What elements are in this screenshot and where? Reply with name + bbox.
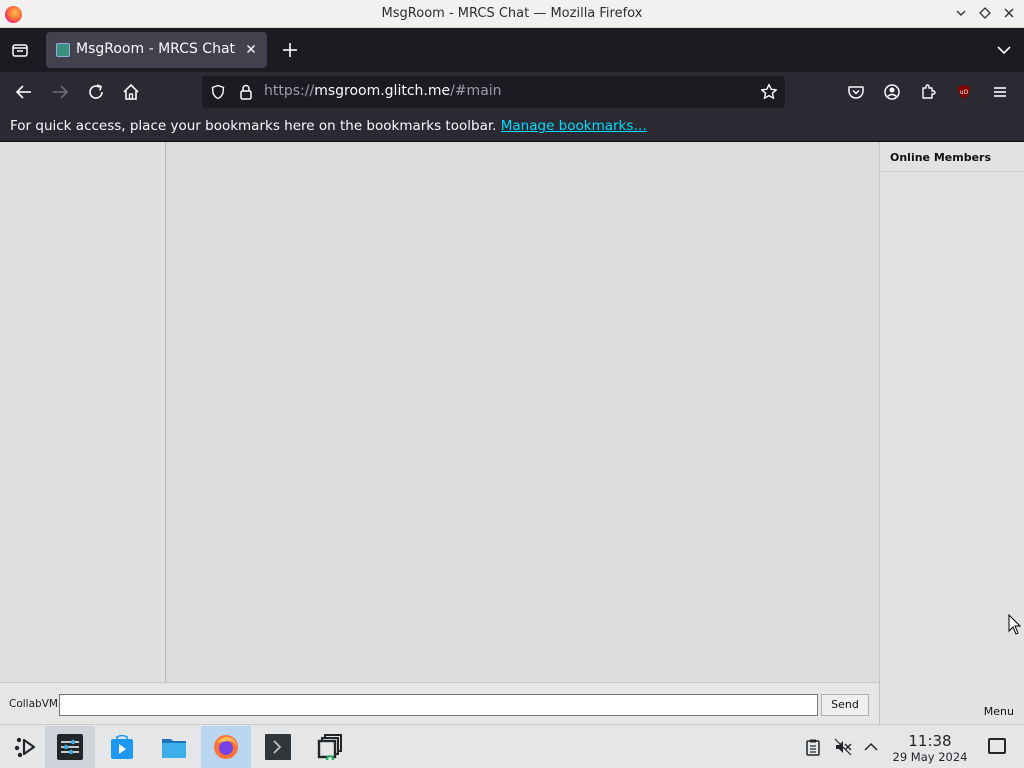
taskbar-terminal[interactable] xyxy=(253,726,303,768)
show-desktop-button[interactable] xyxy=(988,738,1006,754)
plus-icon xyxy=(283,43,297,57)
navigation-toolbar: https://msgroom.glitch.me/#main uO xyxy=(0,72,1024,112)
windows-stack-icon xyxy=(317,734,342,760)
discover-store-icon xyxy=(111,734,133,759)
minimize-button[interactable] xyxy=(953,5,969,21)
mouse-pointer-icon xyxy=(1008,613,1022,636)
ublock-origin-icon: uO xyxy=(958,85,970,99)
clock-time: 11:38 xyxy=(908,732,952,750)
online-members-title: Online Members xyxy=(890,151,992,164)
hamburger-menu-icon xyxy=(994,87,1006,97)
tab-title: MsgRoom - MRCS Chat xyxy=(76,41,236,57)
arrow-right-icon xyxy=(53,85,69,99)
diamond-icon xyxy=(979,7,991,19)
firefox-icon xyxy=(214,735,238,759)
forward-button[interactable] xyxy=(48,80,72,104)
chevron-down-icon xyxy=(956,10,966,16)
svg-text:uO: uO xyxy=(960,89,969,96)
message-input[interactable] xyxy=(59,694,818,716)
reload-icon xyxy=(89,84,103,99)
home-button[interactable] xyxy=(119,80,143,104)
menu-link[interactable]: Menu xyxy=(984,705,1014,718)
bookmarks-hint-text: For quick access, place your bookmarks h… xyxy=(10,118,497,134)
digital-clock[interactable]: 11:38 29 May 2024 xyxy=(884,732,976,764)
firefox-view-icon xyxy=(12,44,28,57)
show-hidden-icons-button[interactable] xyxy=(862,738,880,756)
chat-messages-area xyxy=(166,142,879,682)
star-icon xyxy=(761,83,777,99)
online-members-header: Online Members xyxy=(880,142,1024,172)
url-scheme: https:// xyxy=(264,83,315,99)
taskbar-discover[interactable] xyxy=(97,726,147,768)
window-title: MsgRoom - MRCS Chat — Mozilla Firefox xyxy=(381,6,643,21)
close-icon xyxy=(1004,8,1014,18)
system-settings-icon xyxy=(57,734,83,760)
online-members-panel: Online Members Menu xyxy=(879,142,1024,724)
lock-icon[interactable] xyxy=(238,83,254,101)
maximize-button[interactable] xyxy=(977,5,993,21)
volume-muted-tray-icon[interactable] xyxy=(834,738,852,756)
manage-bookmarks-link[interactable]: Manage bookmarks… xyxy=(501,118,647,134)
pocket-button[interactable] xyxy=(844,80,868,104)
application-launcher-button[interactable] xyxy=(0,726,50,768)
taskbar-firefox[interactable] xyxy=(201,726,251,768)
url-text[interactable]: https://msgroom.glitch.me/#main xyxy=(264,83,502,99)
bookmarks-empty-message: For quick access, place your bookmarks h… xyxy=(10,118,647,134)
clipboard-tray-icon[interactable] xyxy=(804,738,822,756)
msgroom-favicon-icon xyxy=(56,43,70,57)
bookmarks-toolbar: For quick access, place your bookmarks h… xyxy=(0,112,1024,142)
close-icon xyxy=(247,45,255,53)
taskbar-file-manager[interactable] xyxy=(149,726,199,768)
window-titlebar: MsgRoom - MRCS Chat — Mozilla Firefox xyxy=(0,0,1024,28)
back-button[interactable] xyxy=(12,80,36,104)
chevron-down-icon xyxy=(997,46,1011,55)
folder-icon xyxy=(162,739,186,758)
list-all-tabs-button[interactable] xyxy=(994,40,1014,60)
tab-close-button[interactable] xyxy=(243,41,259,57)
pocket-icon xyxy=(848,86,864,99)
firefox-view-button[interactable] xyxy=(8,38,32,62)
send-button[interactable]: Send xyxy=(821,694,869,716)
tracking-protection-shield-icon[interactable] xyxy=(210,84,226,100)
taskbar: 11:38 29 May 2024 xyxy=(0,724,1024,768)
bookmark-star-button[interactable] xyxy=(759,82,779,102)
account-icon xyxy=(884,84,900,100)
account-button[interactable] xyxy=(880,80,904,104)
puzzle-piece-icon xyxy=(922,84,936,99)
page-content: Online Members Menu CollabVM Send xyxy=(0,142,1024,724)
clock-date: 29 May 2024 xyxy=(892,750,968,764)
nickname-label[interactable]: CollabVM xyxy=(9,698,58,710)
terminal-icon xyxy=(265,734,291,760)
extensions-button[interactable] xyxy=(916,80,940,104)
tab-strip: MsgRoom - MRCS Chat xyxy=(0,28,1024,72)
taskbar-window-switcher[interactable] xyxy=(305,726,355,768)
new-tab-button[interactable] xyxy=(278,38,302,62)
close-window-button[interactable] xyxy=(1001,5,1017,21)
app-menu-button[interactable] xyxy=(988,80,1012,104)
chevron-up-icon xyxy=(864,742,878,751)
taskbar-system-settings[interactable] xyxy=(45,726,95,768)
url-host: msgroom.glitch.me xyxy=(314,83,451,99)
url-path: /#main xyxy=(450,83,502,99)
home-icon xyxy=(123,83,139,100)
arrow-left-icon xyxy=(15,85,31,99)
ublock-origin-button[interactable]: uO xyxy=(952,80,976,104)
url-bar[interactable]: https://msgroom.glitch.me/#main xyxy=(202,76,785,108)
message-input-row: CollabVM Send xyxy=(0,682,879,724)
tab-msgroom[interactable]: MsgRoom - MRCS Chat xyxy=(46,32,267,68)
channel-sidebar xyxy=(0,142,166,682)
kde-launcher-icon xyxy=(14,737,36,758)
reload-button[interactable] xyxy=(84,80,108,104)
